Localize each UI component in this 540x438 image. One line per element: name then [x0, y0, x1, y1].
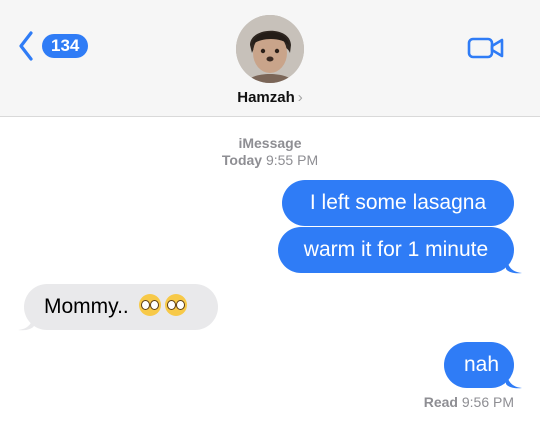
message-bubble-sent[interactable]: warm it for 1 minute [278, 227, 514, 273]
back-button[interactable]: 134 [18, 30, 89, 62]
message-text: warm it for 1 minute [303, 238, 489, 261]
bubble-tail [18, 314, 34, 331]
contact-chevron-icon: › [297, 89, 303, 106]
message-bubble-sent[interactable]: nah [444, 342, 514, 388]
timestamp-time: 9:55 PM [265, 152, 319, 168]
message-text: I left some lasagna [309, 191, 487, 214]
timestamp: Today 9:55 PM [0, 152, 540, 168]
contact-name-row[interactable]: Hamzah › [0, 89, 540, 106]
message-bubble-sent[interactable]: I left some lasagna [282, 180, 514, 226]
message-text: Mommy.. [44, 295, 129, 318]
read-time: 9:56 PM [461, 394, 514, 410]
bubble-tail [506, 257, 522, 274]
pleading-face-emoji [164, 294, 187, 317]
service-label: iMessage [238, 135, 302, 151]
avatar-photo [236, 15, 304, 83]
chevron-left-icon[interactable] [18, 31, 34, 61]
contact-name: Hamzah [237, 89, 295, 106]
video-camera-icon[interactable] [467, 36, 505, 60]
read-label: Read [423, 394, 458, 410]
timestamp-day: Today [221, 152, 263, 168]
message-bubble-received[interactable]: Mommy.. [24, 284, 218, 330]
avatar[interactable] [236, 15, 304, 83]
bubble-tail [506, 372, 522, 389]
pleading-face-emoji [138, 294, 161, 317]
conversation-header: 134 Hamzah › [0, 0, 540, 117]
read-receipt: Read 9:56 PM [424, 394, 514, 410]
facetime-video-button[interactable] [467, 36, 505, 65]
unread-count-badge[interactable]: 134 [42, 34, 89, 58]
message-text: nah [464, 353, 500, 376]
